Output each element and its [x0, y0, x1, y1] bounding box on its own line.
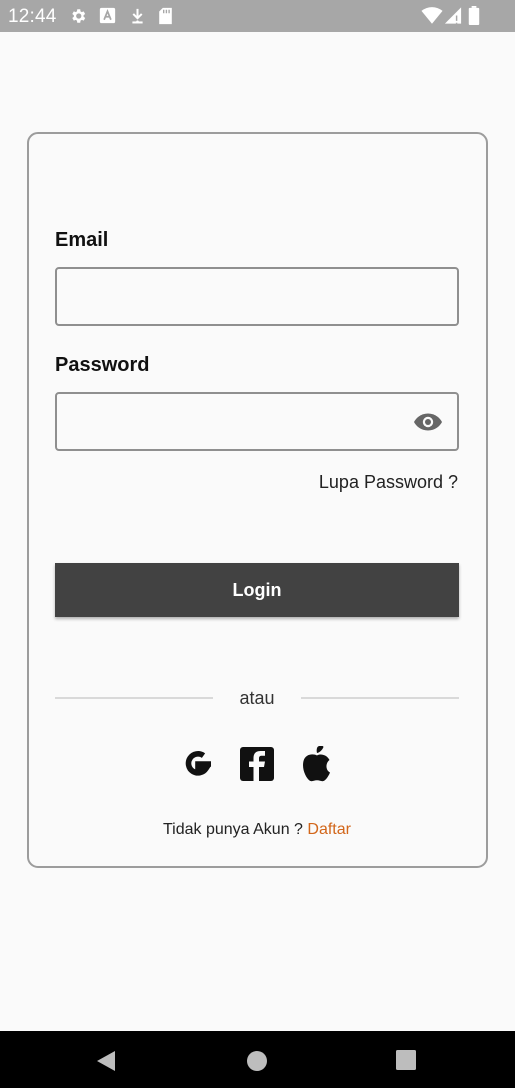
sd-card-icon: [158, 7, 173, 30]
password-field[interactable]: [55, 392, 459, 451]
download-icon: [129, 7, 146, 31]
signup-text: Tidak punya Akun ?: [163, 821, 303, 838]
divider-right: [301, 697, 459, 699]
password-input[interactable]: [67, 402, 407, 440]
login-button[interactable]: Login: [55, 563, 459, 617]
email-field[interactable]: [55, 267, 459, 326]
settings-icon: [69, 7, 87, 30]
wifi-icon: [421, 6, 443, 30]
facebook-icon[interactable]: [239, 746, 275, 782]
a-icon: [99, 7, 116, 29]
signup-link[interactable]: Daftar: [307, 821, 351, 838]
google-icon[interactable]: [180, 746, 216, 782]
back-icon[interactable]: [96, 1050, 116, 1077]
signal-icon: [444, 6, 462, 30]
email-label: Email: [55, 229, 109, 251]
password-label: Password: [55, 354, 150, 376]
recents-icon[interactable]: [396, 1050, 416, 1075]
status-bar: 12:44: [0, 0, 515, 32]
apple-icon[interactable]: [300, 745, 336, 782]
show-password-eye-icon[interactable]: [413, 412, 443, 437]
status-time: 12:44: [8, 6, 57, 27]
home-icon[interactable]: [246, 1050, 268, 1077]
email-input[interactable]: [67, 277, 407, 315]
battery-icon: [468, 6, 480, 30]
login-card: Email Password Lupa Password ? Login ata…: [27, 132, 488, 868]
navigation-bar: [0, 1031, 515, 1088]
forgot-password-link[interactable]: Lupa Password ?: [319, 472, 458, 493]
signup-prompt: Tidak punya Akun ? Daftar: [29, 821, 485, 839]
